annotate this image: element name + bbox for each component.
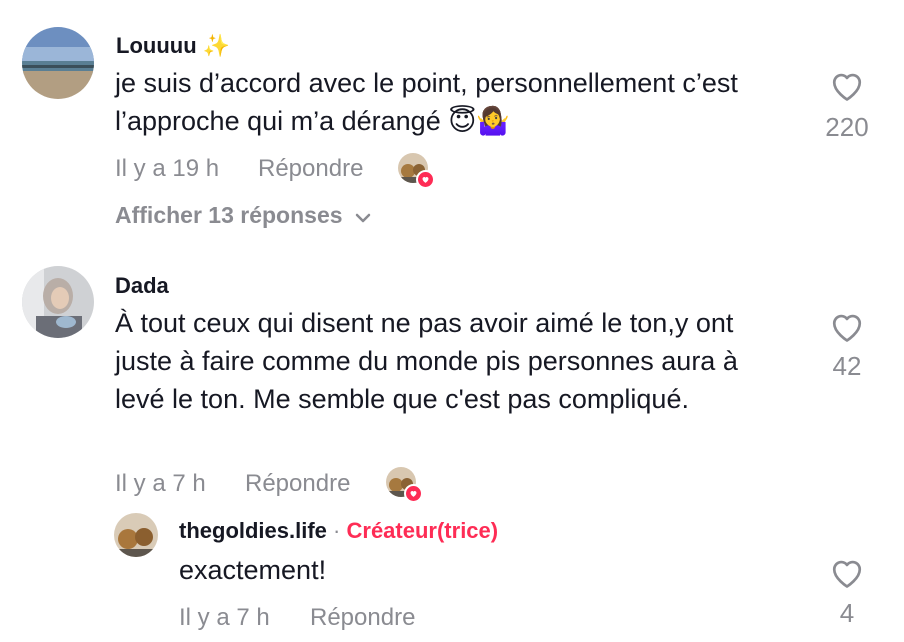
heart-outline-icon: [832, 560, 862, 588]
view-replies-button[interactable]: Afficher 13 réponses: [115, 202, 371, 229]
beach-photo: [22, 27, 94, 99]
like-button[interactable]: [807, 70, 887, 107]
like-button[interactable]: [807, 311, 887, 348]
comment-timestamp: Il y a 7 h: [115, 470, 206, 497]
reply-button[interactable]: Répondre: [245, 470, 350, 498]
heart-badge-icon: [404, 484, 423, 503]
avatar-louuuu[interactable]: [22, 27, 94, 99]
reply-timestamp: Il y a 7 h: [179, 604, 270, 631]
creator-liked-indicator: [398, 153, 435, 189]
heart-badge-icon: [416, 170, 435, 189]
portrait-photo: [22, 266, 94, 338]
heart-outline-icon: [832, 314, 862, 342]
comment-username[interactable]: Louuuu ✨: [116, 33, 230, 59]
reply-text: exactement!: [179, 555, 327, 585]
reply-header: thegoldies.life · Créateur(trice): [179, 518, 498, 544]
avatar-thegoldies[interactable]: [114, 513, 158, 557]
heart-outline-icon: [832, 73, 862, 101]
reply-button[interactable]: Répondre: [258, 155, 363, 183]
reply-button[interactable]: Répondre: [310, 604, 415, 632]
like-count: 4: [839, 598, 855, 628]
comment-text: je suis d’accord avec le point, personne…: [115, 68, 738, 136]
comment-text: À tout ceux qui disent ne pas avoir aimé…: [115, 308, 738, 414]
creator-badge: Créateur(trice): [346, 518, 499, 543]
like-count: 220: [825, 112, 869, 142]
avatar-dada[interactable]: [22, 266, 94, 338]
comment-username[interactable]: Dada: [115, 273, 169, 299]
dogs-photo: [114, 513, 158, 557]
reply-username[interactable]: thegoldies.life: [179, 518, 327, 543]
chevron-down-icon: [355, 213, 370, 222]
creator-liked-indicator: [386, 467, 423, 503]
view-replies-label: Afficher 13 réponses: [115, 202, 343, 228]
like-count: 42: [832, 351, 862, 381]
separator: ·: [333, 518, 341, 543]
comment-timestamp: Il y a 19 h: [115, 155, 220, 182]
like-button[interactable]: [807, 557, 887, 594]
